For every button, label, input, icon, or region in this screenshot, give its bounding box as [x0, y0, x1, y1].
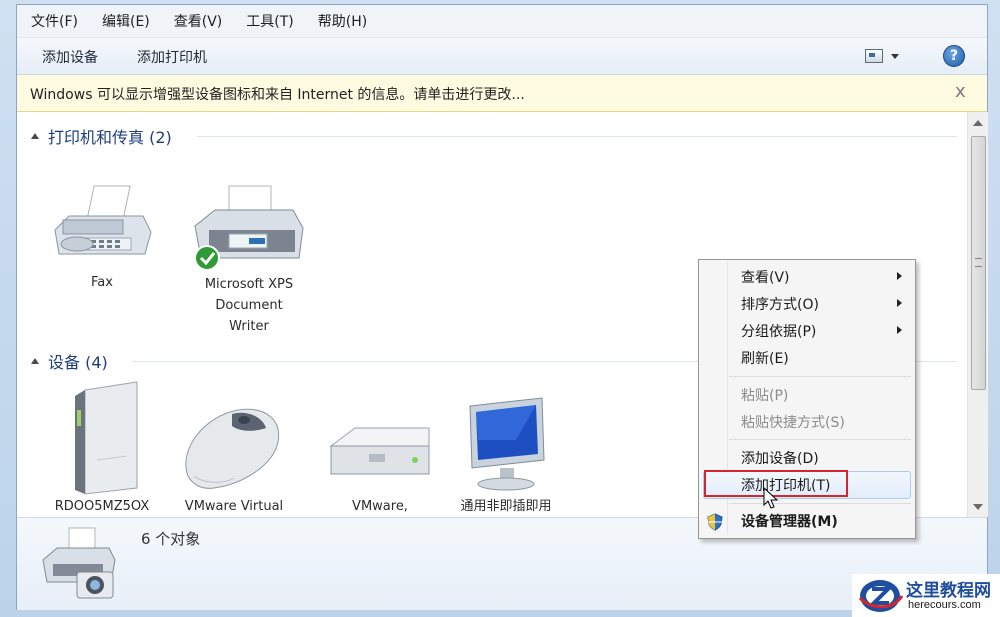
watermark-title: 这里教程网 [906, 581, 991, 601]
context-menu-item-sort-by[interactable]: 排序方式(O) [741, 294, 819, 314]
chevron-down-icon [891, 53, 899, 59]
device-label: Fax [91, 275, 113, 290]
submenu-arrow-icon [897, 299, 902, 307]
scroll-thumb[interactable] [971, 136, 986, 390]
context-menu-item-device-manager[interactable]: 设备管理器(M) [741, 511, 838, 531]
add-device-button[interactable]: 添加设备 [42, 47, 98, 67]
device-xps-writer[interactable]: Microsoft XPS Document Writer [189, 182, 309, 337]
command-bar: 添加设备 添加打印机 ? [17, 38, 987, 75]
info-bar-text: Windows 可以显示增强型设备图标和来自 Internet 的信息。请单击进… [30, 87, 525, 103]
device-label: RDOO5MZ5OX [54, 499, 150, 514]
add-printer-button[interactable]: 添加打印机 [137, 47, 207, 67]
device-monitor[interactable]: 通用非即插即用 [446, 380, 566, 517]
group-header-devices[interactable]: 设备 (4) [31, 350, 108, 372]
close-icon[interactable]: x [955, 81, 966, 102]
change-view-button[interactable] [865, 46, 909, 66]
menu-bar: 文件(F) 编辑(E) 查看(V) 工具(T) 帮助(H) [17, 5, 987, 38]
watermark: 这里教程网 herecours.com [852, 574, 1000, 617]
group-divider [197, 136, 957, 137]
device-label: Microsoft XPS Document Writer [204, 277, 294, 334]
menu-file[interactable]: 文件(F) [21, 11, 88, 31]
context-menu-item-paste-shortcut: 粘贴快捷方式(S) [741, 415, 845, 431]
menu-separator [729, 439, 911, 440]
device-computer[interactable]: RDOO5MZ5OX [42, 380, 162, 517]
menu-view[interactable]: 查看(V) [164, 11, 233, 31]
context-menu-item-refresh[interactable]: 刷新(E) [741, 348, 789, 368]
device-label: VMware, [352, 499, 408, 514]
submenu-arrow-icon [897, 326, 902, 334]
computer-tower-icon [75, 381, 138, 495]
menu-separator [729, 503, 911, 504]
menu-tools[interactable]: 工具(T) [236, 11, 303, 31]
device-drive[interactable]: VMware, [320, 380, 440, 517]
group-title: 设备 (4) [48, 353, 108, 372]
object-count: 6 个对象 [141, 530, 201, 548]
context-menu-item-paste: 粘贴(P) [741, 388, 789, 404]
monitor-icon [469, 397, 545, 491]
mouse-cursor-icon [763, 487, 779, 509]
device-fax[interactable]: Fax [42, 182, 162, 293]
printer-camera-icon [42, 527, 116, 599]
info-bar[interactable]: Windows 可以显示增强型设备图标和来自 Internet 的信息。请单击进… [17, 75, 987, 112]
menu-separator [729, 376, 911, 377]
shield-icon [707, 513, 723, 531]
device-label: VMware Virtual [184, 499, 284, 514]
device-label: 通用非即插即用 [460, 499, 552, 514]
submenu-arrow-icon [897, 272, 902, 280]
drive-icon [329, 427, 430, 475]
view-icon [865, 49, 883, 63]
mouse-icon [185, 408, 280, 489]
group-title: 打印机和传真 (2) [48, 128, 172, 147]
scroll-up-arrow-icon[interactable] [973, 120, 983, 126]
grip-icon [975, 258, 982, 267]
scroll-down-arrow-icon[interactable] [973, 504, 983, 510]
context-menu-item-add-device[interactable]: 添加设备(D) [741, 448, 819, 468]
watermark-url: herecours.com [908, 599, 981, 611]
collapse-icon [31, 133, 39, 139]
context-menu-item-view[interactable]: 查看(V) [741, 267, 790, 287]
vertical-scrollbar[interactable] [967, 112, 988, 517]
context-menu-item-group-by[interactable]: 分组依据(P) [741, 321, 816, 341]
device-mouse[interactable]: VMware Virtual [174, 380, 294, 517]
menu-edit[interactable]: 编辑(E) [92, 11, 160, 31]
group-header-printers[interactable]: 打印机和传真 (2) [31, 125, 172, 147]
site-logo-icon [858, 580, 904, 612]
collapse-icon [31, 358, 39, 364]
printer-icon [194, 185, 304, 271]
help-icon[interactable]: ? [943, 45, 965, 67]
fax-icon [54, 185, 152, 255]
menu-help[interactable]: 帮助(H) [308, 11, 377, 31]
context-menu: 查看(V) 排序方式(O) 分组依据(P) 刷新(E) 粘贴(P) 粘贴快捷方式… [698, 259, 916, 539]
